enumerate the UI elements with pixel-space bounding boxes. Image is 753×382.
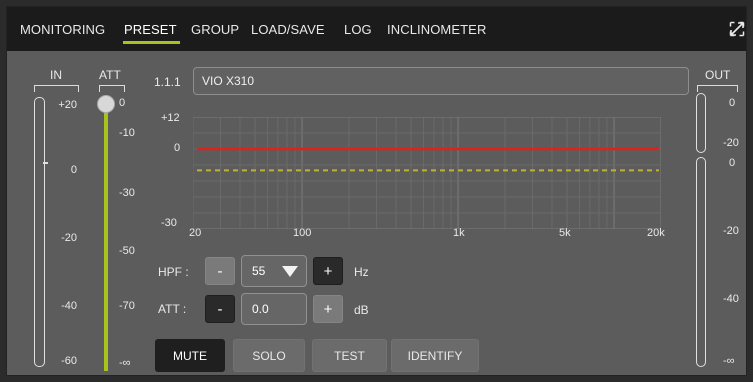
graph-x-label: 20k — [647, 227, 665, 239]
out-scale-label: -40 — [723, 293, 739, 305]
graph-y-label: 0 — [174, 142, 181, 154]
tab-preset[interactable]: PRESET — [124, 22, 177, 37]
test-button[interactable]: TEST — [312, 339, 387, 372]
tab-inclinometer[interactable]: INCLINOMETER — [387, 22, 486, 37]
att-scale-label: -∞ — [119, 357, 131, 369]
hpf-frequency-select[interactable]: 55 — [241, 255, 307, 287]
out-scale-label: -20 — [723, 137, 739, 149]
hpf-label: HPF : — [158, 265, 189, 279]
in-zero-tick — [43, 162, 48, 164]
att-slider-track[interactable] — [104, 103, 108, 371]
hpf-decrease-button[interactable]: - — [205, 257, 235, 285]
att-scale-label: -30 — [119, 187, 135, 199]
graph-x-label: 100 — [293, 227, 312, 239]
in-level-meter — [34, 97, 45, 367]
att-increase-button[interactable]: + — [313, 295, 343, 323]
att-scale-label: -10 — [119, 127, 135, 139]
att-decrease-button[interactable]: - — [205, 295, 235, 323]
hpf-unit: Hz — [354, 265, 369, 279]
top-nav-bar: MONITORING PRESET GROUP LOAD/SAVE LOG IN… — [7, 7, 746, 51]
att-header-bracket — [99, 85, 125, 92]
att-scale-label: 0 — [119, 97, 126, 109]
in-scale-label: -60 — [61, 355, 77, 367]
att-meter-header: ATT — [99, 68, 121, 82]
dropdown-arrow-icon — [282, 266, 298, 277]
out-header-bracket — [697, 85, 738, 92]
out-scale-label: -20 — [723, 225, 739, 237]
in-meter-header: IN — [50, 68, 62, 82]
frequency-response-graph — [193, 117, 661, 229]
in-scale-label: -20 — [61, 232, 77, 244]
graph-x-label: 20 — [189, 227, 202, 239]
active-tab-indicator — [123, 41, 180, 44]
preset-id: 1.1.1 — [154, 75, 181, 89]
in-scale-label: +20 — [58, 99, 77, 111]
out-scale-label: -∞ — [723, 355, 735, 367]
att-slider-handle[interactable] — [97, 95, 115, 113]
graph-x-label: 1k — [453, 227, 465, 239]
tab-load-save[interactable]: LOAD/SAVE — [251, 22, 325, 37]
out-level-meter-top — [696, 93, 706, 153]
preset-name-field[interactable]: VIO X310 — [193, 67, 689, 95]
out-level-meter — [696, 157, 706, 367]
expand-icon[interactable] — [729, 21, 745, 37]
mute-button[interactable]: MUTE — [155, 339, 225, 372]
graph-y-label: -30 — [161, 217, 177, 229]
solo-button[interactable]: SOLO — [233, 339, 305, 372]
hpf-increase-button[interactable]: + — [313, 257, 343, 285]
frequency-response-plot — [193, 117, 661, 229]
att-label: ATT : — [158, 302, 187, 316]
in-scale-label: 0 — [70, 164, 77, 176]
preset-panel: MONITORING PRESET GROUP LOAD/SAVE LOG IN… — [6, 6, 747, 376]
out-scale-label: 0 — [729, 157, 736, 169]
tab-group[interactable]: GROUP — [191, 22, 239, 37]
tab-monitoring[interactable]: MONITORING — [20, 22, 105, 37]
att-unit: dB — [354, 303, 369, 317]
in-header-bracket — [34, 85, 79, 92]
graph-x-label: 5k — [559, 227, 571, 239]
att-scale-label: -70 — [119, 300, 135, 312]
att-value-field[interactable]: 0.0 — [241, 293, 307, 325]
graph-y-label: +12 — [161, 112, 180, 124]
in-scale-label: -40 — [61, 300, 77, 312]
identify-button[interactable]: IDENTIFY — [391, 339, 479, 372]
out-scale-label: 0 — [729, 97, 736, 109]
tab-log[interactable]: LOG — [344, 22, 372, 37]
out-meter-header: OUT — [705, 68, 731, 82]
att-scale-label: -50 — [119, 245, 135, 257]
hpf-value: 55 — [252, 264, 266, 278]
